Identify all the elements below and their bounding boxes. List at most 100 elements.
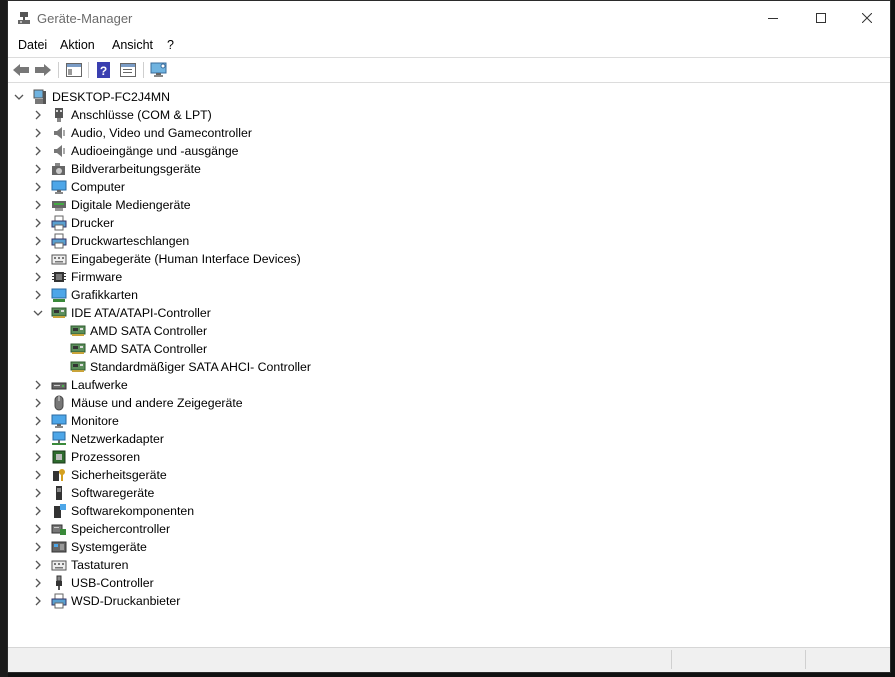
tree-item-label: Prozessoren [71, 450, 141, 464]
console-tree-icon [66, 63, 82, 77]
software-component-icon [54, 504, 66, 518]
tree-category[interactable]: Grafikkarten [8, 286, 890, 304]
tree-item-label: Audio, Video und Gamecontroller [71, 126, 252, 140]
help-icon: ? [97, 62, 110, 78]
printer-icon [51, 215, 67, 231]
tree-category[interactable]: Systemgeräte [8, 538, 890, 556]
chevron-right-icon[interactable] [33, 200, 43, 210]
tree-device[interactable]: AMD SATA Controller [8, 322, 890, 340]
chevron-right-icon[interactable] [33, 128, 43, 138]
tree-root-computer[interactable]: DESKTOP-FC2J4MN [8, 88, 890, 106]
tree-category[interactable]: Firmware [8, 268, 890, 286]
chevron-down-icon[interactable] [33, 308, 43, 318]
tree-category[interactable]: Netzwerkadapter [8, 430, 890, 448]
toolbar-separator [143, 62, 144, 78]
chevron-right-icon[interactable] [33, 434, 43, 444]
menu-help[interactable]: ? [167, 38, 174, 52]
tree-item-label: WSD-Druckanbieter [71, 594, 181, 608]
help-button[interactable]: ? [95, 61, 113, 79]
tree-category[interactable]: Softwarekomponenten [8, 502, 890, 520]
tree-category[interactable]: Speichercontroller [8, 520, 890, 538]
chevron-right-icon[interactable] [33, 146, 43, 156]
chevron-right-icon[interactable] [33, 218, 43, 228]
chevron-right-icon[interactable] [33, 470, 43, 480]
chevron-right-icon[interactable] [33, 236, 43, 246]
monitor-icon [51, 414, 67, 428]
controller-card-icon [51, 307, 67, 318]
status-bar [8, 647, 890, 672]
tree-category[interactable]: Monitore [8, 412, 890, 430]
title-bar[interactable]: Geräte-Manager [8, 1, 890, 35]
tree-category[interactable]: Prozessoren [8, 448, 890, 466]
network-icon [52, 431, 66, 445]
maximize-button[interactable] [798, 1, 844, 34]
chevron-right-icon[interactable] [33, 506, 43, 516]
tree-item-label: Speichercontroller [71, 522, 171, 536]
software-device-icon [56, 486, 62, 500]
chevron-down-icon[interactable] [14, 92, 24, 102]
tree-item-label: Audioeingänge und -ausgänge [71, 144, 239, 158]
chevron-right-icon[interactable] [33, 452, 43, 462]
security-key-icon [53, 469, 65, 481]
tree-device[interactable]: AMD SATA Controller [8, 340, 890, 358]
tree-category[interactable]: Digitale Mediengeräte [8, 196, 890, 214]
chevron-right-icon[interactable] [33, 560, 43, 570]
chevron-right-icon[interactable] [33, 164, 43, 174]
forward-button[interactable] [34, 61, 52, 79]
svg-text:?: ? [100, 64, 107, 78]
show-hide-console-tree-button[interactable] [65, 61, 83, 79]
chevron-right-icon[interactable] [33, 488, 43, 498]
tree-category[interactable]: IDE ATA/ATAPI-Controller [8, 304, 890, 322]
tree-item-label: Tastaturen [71, 558, 129, 572]
menu-datei[interactable]: Datei [18, 38, 47, 52]
chevron-right-icon[interactable] [33, 290, 43, 300]
minimize-button[interactable] [750, 1, 796, 34]
chevron-right-icon[interactable] [33, 380, 43, 390]
chevron-right-icon[interactable] [33, 542, 43, 552]
chevron-right-icon[interactable] [33, 578, 43, 588]
mouse-icon [54, 395, 64, 411]
menu-ansicht[interactable]: Ansicht [112, 38, 153, 52]
status-pane [805, 650, 806, 669]
device-tree[interactable]: DESKTOP-FC2J4MN Anschlüsse (COM & LPT) Aud… [8, 83, 890, 648]
processor-icon [52, 450, 66, 464]
chevron-right-icon[interactable] [33, 272, 43, 282]
tree-category[interactable]: Tastaturen [8, 556, 890, 574]
tree-category[interactable]: Softwaregeräte [8, 484, 890, 502]
back-button[interactable] [12, 61, 30, 79]
close-button[interactable] [844, 1, 890, 34]
keyboard-icon [51, 560, 67, 571]
chevron-right-icon[interactable] [33, 524, 43, 534]
tree-item-label: Sicherheitsgeräte [71, 468, 167, 482]
chevron-right-icon[interactable] [33, 182, 43, 192]
chevron-right-icon[interactable] [33, 110, 43, 120]
usb-icon [56, 575, 62, 590]
tree-category[interactable]: Bildverarbeitungsgeräte [8, 160, 890, 178]
scan-hardware-button[interactable] [150, 61, 168, 79]
chevron-right-icon[interactable] [33, 596, 43, 606]
tree-category[interactable]: Laufwerke [8, 376, 890, 394]
tree-category[interactable]: Sicherheitsgeräte [8, 466, 890, 484]
tree-category[interactable]: Eingabegeräte (Human Interface Devices) [8, 250, 890, 268]
chevron-right-icon[interactable] [33, 416, 43, 426]
properties-button[interactable] [119, 61, 137, 79]
tree-category[interactable]: Druckwarteschlangen [8, 232, 890, 250]
close-icon [862, 12, 872, 23]
forward-arrow-icon [35, 64, 51, 76]
tree-category[interactable]: USB-Controller [8, 574, 890, 592]
tree-category[interactable]: Mäuse und andere Zeigegeräte [8, 394, 890, 412]
chevron-right-icon[interactable] [33, 254, 43, 264]
monitor-icon [51, 180, 67, 194]
tree-category[interactable]: Drucker [8, 214, 890, 232]
tree-item-label: Grafikkarten [71, 288, 138, 302]
display-adapter-icon [51, 288, 67, 302]
tree-category[interactable]: Audioeingänge und -ausgänge [8, 142, 890, 160]
tree-device[interactable]: Standardmäßiger SATA AHCI- Controller [8, 358, 890, 376]
tree-category[interactable]: WSD-Druckanbieter [8, 592, 890, 610]
tree-category[interactable]: Anschlüsse (COM & LPT) [8, 106, 890, 124]
tree-category[interactable]: Computer [8, 178, 890, 196]
chevron-right-icon[interactable] [33, 398, 43, 408]
menu-aktion[interactable]: Aktion [60, 38, 95, 52]
tree-category[interactable]: Audio, Video und Gamecontroller [8, 124, 890, 142]
tree-item-label: Firmware [71, 270, 123, 284]
